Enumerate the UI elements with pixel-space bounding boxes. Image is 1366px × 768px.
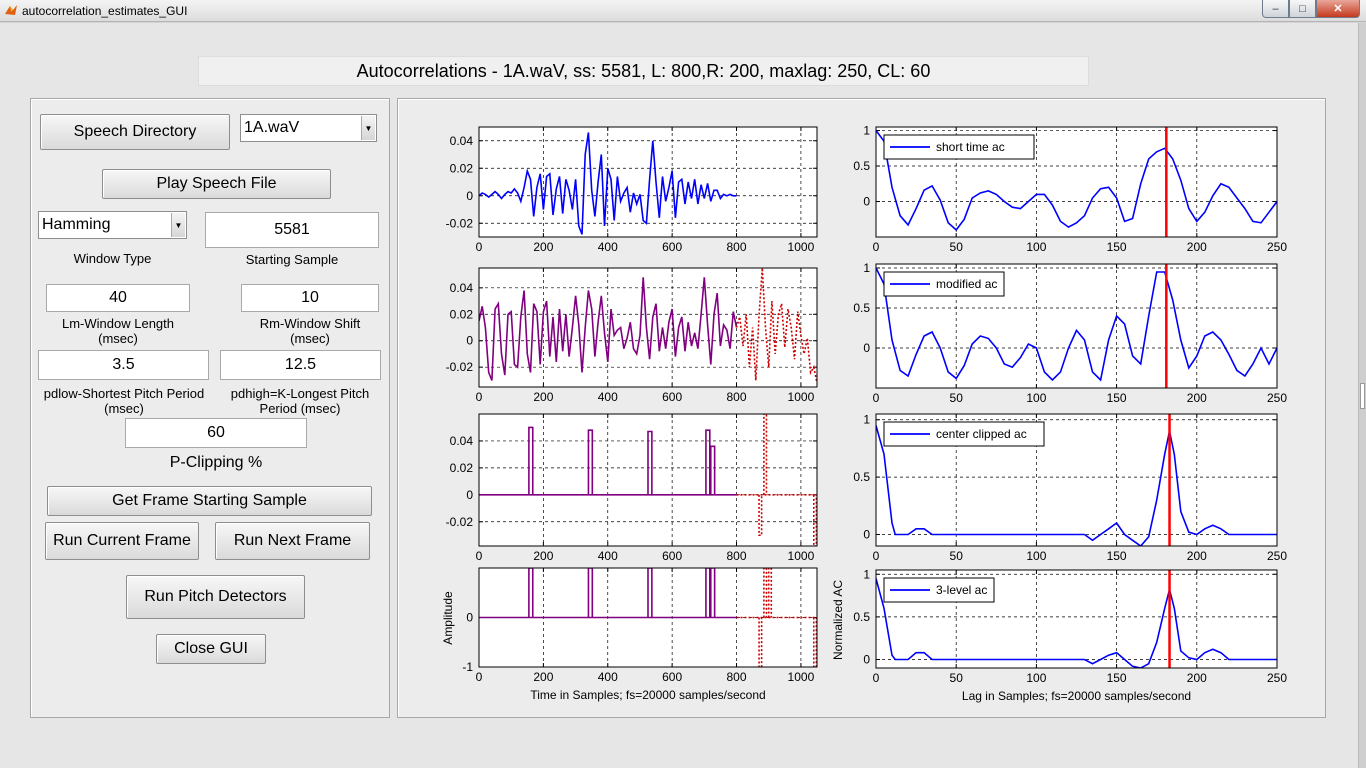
starting-sample-label: Starting Sample — [245, 252, 339, 267]
play-speech-button[interactable]: Play Speech File — [102, 169, 331, 199]
pdhigh-label: pdhigh=K-Longest Pitch Period (msec) — [217, 386, 383, 416]
pdhigh-input[interactable]: 12.5 — [220, 350, 381, 380]
window-type-select-value: Hamming — [42, 216, 111, 233]
matlab-icon — [5, 5, 17, 15]
rm-window-shift-label: Rm-Window Shift (msec) — [227, 316, 393, 346]
chevron-down-icon[interactable]: ▼ — [361, 116, 375, 140]
pdhigh-label-line1: pdhigh=K-Longest Pitch — [230, 386, 370, 401]
rm-window-shift-input[interactable]: 10 — [241, 284, 379, 312]
pdhigh-label-line2: Period (msec) — [259, 401, 341, 416]
gui-heading: Autocorrelations - 1A.waV, ss: 5581, L: … — [198, 56, 1089, 86]
rm-label-line2: (msec) — [290, 331, 330, 346]
maximize-button[interactable]: □ — [1289, 0, 1316, 18]
plots-panel — [397, 98, 1326, 718]
close-window-button[interactable]: ✕ — [1316, 0, 1360, 18]
rm-label-line1: Rm-Window Shift — [259, 316, 361, 331]
window-type-select[interactable]: Hamming ▼ — [38, 211, 187, 239]
close-gui-button[interactable]: Close GUI — [156, 634, 266, 664]
pdlow-input[interactable]: 3.5 — [38, 350, 209, 380]
chevron-down-icon[interactable]: ▼ — [171, 213, 185, 237]
pdlow-label-line1: pdlow-Shortest Pitch Period — [43, 386, 205, 401]
starting-sample-input[interactable]: 5581 — [205, 212, 379, 248]
window-type-label: Window Type — [73, 251, 152, 266]
pdlow-label: pdlow-Shortest Pitch Period (msec) — [31, 386, 217, 416]
p-clipping-input[interactable]: 60 — [125, 418, 307, 448]
lm-window-length-input[interactable]: 40 — [46, 284, 190, 312]
minimize-button[interactable]: – — [1262, 0, 1289, 18]
run-next-frame-button[interactable]: Run Next Frame — [215, 522, 370, 560]
run-pitch-detectors-button[interactable]: Run Pitch Detectors — [126, 575, 305, 619]
speech-file-select[interactable]: 1A.waV ▼ — [240, 114, 377, 142]
lm-label-line2: (msec) — [98, 331, 138, 346]
speech-file-select-value: 1A.waV — [244, 119, 300, 136]
window-edge-scrollbar[interactable] — [1358, 23, 1366, 768]
window-title: autocorrelation_estimates_GUI — [22, 4, 188, 18]
p-clipping-label: P-Clipping % — [169, 454, 263, 471]
run-current-frame-button[interactable]: Run Current Frame — [45, 522, 199, 560]
scrollbar-thumb[interactable] — [1360, 383, 1365, 409]
pdlow-label-line2: (msec) — [104, 401, 144, 416]
window-controls: – □ ✕ — [1262, 0, 1360, 18]
get-frame-starting-sample-button[interactable]: Get Frame Starting Sample — [47, 486, 372, 516]
speech-directory-button[interactable]: Speech Directory — [40, 114, 230, 150]
lm-label-line1: Lm-Window Length — [62, 316, 174, 331]
control-panel: Speech Directory 1A.waV ▼ Play Speech Fi… — [30, 98, 390, 718]
window-title-bar: autocorrelation_estimates_GUI – □ ✕ — [0, 0, 1366, 22]
lm-window-length-label: Lm-Window Length (msec) — [33, 316, 203, 346]
